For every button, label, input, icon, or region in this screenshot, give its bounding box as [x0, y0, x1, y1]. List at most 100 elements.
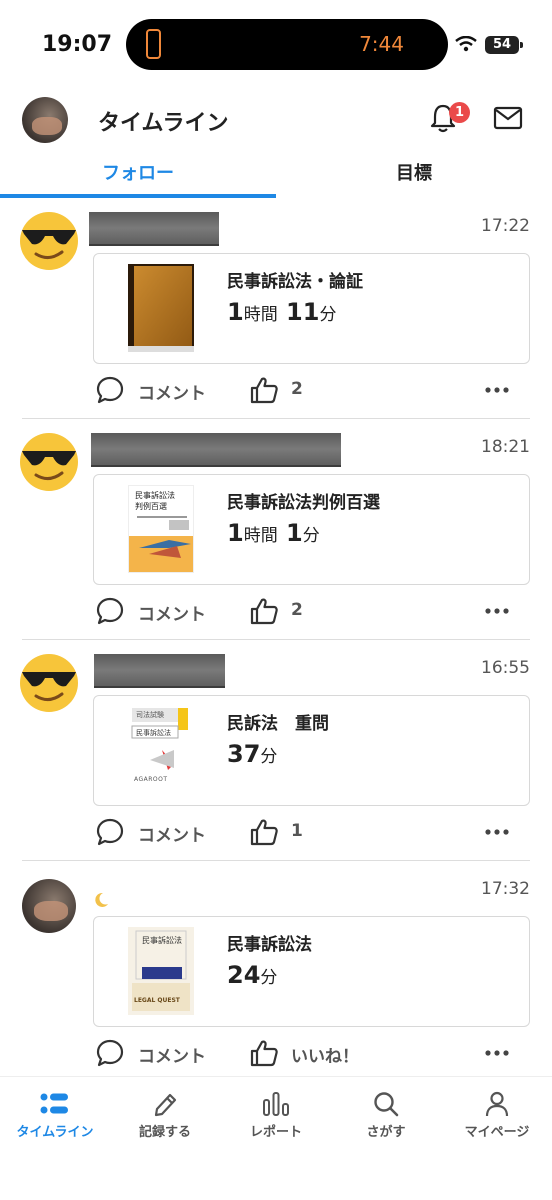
- nav-label: タイムライン: [16, 1125, 94, 1140]
- nav-label: マイページ: [464, 1125, 530, 1140]
- cover-title: 司法試験: [136, 711, 164, 719]
- pencil-icon: [154, 1093, 177, 1117]
- tab-goal[interactable]: 目標: [276, 152, 552, 198]
- like-count[interactable]: 2: [291, 600, 303, 620]
- duration-minutes: 1: [277, 519, 303, 547]
- study-duration: 37分: [227, 740, 277, 768]
- avatar[interactable]: [22, 879, 76, 933]
- tab-bar: フォロー 目標: [0, 152, 552, 198]
- more-options-icon[interactable]: [484, 822, 510, 842]
- duration-hours-unit: 時間: [243, 526, 278, 546]
- post-time: 17:32: [481, 879, 530, 899]
- more-options-icon[interactable]: [484, 601, 510, 621]
- study-duration: 1時間 11分: [227, 298, 336, 326]
- page-title: タイムライン: [98, 111, 229, 136]
- dynamic-island: 7:44: [126, 19, 448, 70]
- book-cover-legal-quest: 民事訴訟法 LEGAL QUEST: [128, 927, 194, 1015]
- person-icon: [485, 1091, 509, 1117]
- nav-label: 記録する: [138, 1125, 191, 1140]
- timeline-post: 17:22 民事訴訟法・論証 1時間 11分 コメント 2: [0, 198, 552, 419]
- nav-mypage[interactable]: マイページ: [442, 1091, 552, 1151]
- duration-hours: 1: [227, 298, 244, 326]
- timeline-post: 17:32 民事訴訟法 LEGAL QUEST 民事訴訟法 24分 コメント い…: [0, 861, 552, 1082]
- nav-search[interactable]: さがす: [331, 1091, 441, 1151]
- book-title: 民訴法 重問: [227, 714, 329, 734]
- duration-minutes-unit: 分: [302, 526, 320, 546]
- tab-follow[interactable]: フォロー: [0, 152, 276, 198]
- redacted-username: [94, 654, 225, 688]
- comment-icon[interactable]: [96, 376, 124, 404]
- study-duration: 24分: [227, 961, 277, 989]
- like-count[interactable]: 2: [291, 379, 303, 399]
- notification-badge: 1: [449, 102, 470, 123]
- cover-title: 民事訴訟法 判例百選: [135, 490, 175, 512]
- bottom-nav: タイムライン 記録する レポート さがす マイページ: [0, 1076, 552, 1200]
- post-actions: コメント 2: [0, 595, 552, 629]
- duration-hours-unit: 時間: [243, 305, 278, 325]
- comment-icon[interactable]: [96, 818, 124, 846]
- more-options-icon[interactable]: [484, 380, 510, 400]
- cover-title-line: 民事訴訟法: [135, 491, 175, 500]
- comment-button[interactable]: コメント: [138, 600, 206, 625]
- comment-button[interactable]: コメント: [138, 1042, 206, 1067]
- book-title: 民事訴訟法: [227, 935, 312, 955]
- wifi-icon: [455, 36, 477, 52]
- post-time: 17:22: [481, 216, 530, 236]
- search-icon: [374, 1092, 399, 1117]
- comment-icon[interactable]: [96, 1039, 124, 1067]
- phone-icon: [146, 29, 161, 59]
- sunglasses-emoji-avatar[interactable]: [18, 652, 80, 714]
- nav-report[interactable]: レポート: [221, 1091, 331, 1151]
- timeline-post: 18:21 民事訴訟法 判例百選 民事訴訟法判例百選 1時間 1分 コメント 2: [0, 419, 552, 640]
- cover-title: 民事訴訟法: [142, 936, 182, 945]
- comment-icon[interactable]: [96, 597, 124, 625]
- duration-minutes: 37: [227, 740, 261, 768]
- post-actions: コメント 2: [0, 374, 552, 408]
- comment-button[interactable]: コメント: [138, 379, 206, 404]
- like-count[interactable]: 1: [291, 821, 303, 841]
- study-duration: 1時間 1分: [227, 519, 320, 547]
- comment-button[interactable]: コメント: [138, 821, 206, 846]
- nav-record[interactable]: 記録する: [110, 1091, 220, 1151]
- duration-minutes-unit: 分: [319, 305, 337, 325]
- crescent-moon-icon: [95, 892, 108, 907]
- timeline-post: 16:55 司法試験 民事訴訟法 AGAROOT 民訴法 重問 37分 コメント…: [0, 640, 552, 861]
- cover-series: LEGAL QUEST: [134, 997, 180, 1004]
- nav-label: レポート: [249, 1125, 302, 1140]
- thumbs-up-icon[interactable]: [249, 596, 279, 626]
- post-time: 16:55: [481, 658, 530, 678]
- book-cover-brown: [128, 264, 194, 352]
- study-record-card[interactable]: 民事訴訟法・論証 1時間 11分: [93, 253, 530, 364]
- thumbs-up-icon[interactable]: [249, 817, 279, 847]
- more-options-icon[interactable]: [484, 1043, 510, 1063]
- island-time: 7:44: [359, 32, 404, 56]
- book-title: 民事訴訟法・論証: [227, 272, 363, 292]
- sunglasses-emoji-avatar[interactable]: [18, 210, 80, 272]
- nav-label: さがす: [366, 1125, 406, 1140]
- book-cover-hanrei-hyakusen: 民事訴訟法 判例百選: [128, 485, 194, 573]
- cover-publisher: AGAROOT: [134, 776, 168, 783]
- nav-timeline[interactable]: タイムライン: [0, 1091, 110, 1151]
- thumbs-up-icon[interactable]: [249, 1038, 279, 1068]
- redacted-username: [89, 212, 219, 246]
- like-button[interactable]: いいね！: [291, 1042, 359, 1067]
- bar-chart-icon: [263, 1092, 289, 1116]
- duration-minutes-unit: 分: [260, 747, 278, 767]
- battery-icon: 54: [485, 36, 523, 54]
- cover-title-line: 判例百選: [135, 502, 167, 511]
- duration-minutes: 24: [227, 961, 261, 989]
- avatar[interactable]: [22, 97, 68, 143]
- duration-minutes-unit: 分: [260, 968, 278, 988]
- study-record-card[interactable]: 司法試験 民事訴訟法 AGAROOT 民訴法 重問 37分: [93, 695, 530, 806]
- sunglasses-emoji-avatar[interactable]: [18, 431, 80, 493]
- post-actions: コメント 1: [0, 816, 552, 850]
- post-time: 18:21: [481, 437, 530, 457]
- duration-minutes: 11: [277, 298, 320, 326]
- study-record-card[interactable]: 民事訴訟法 判例百選 民事訴訟法判例百選 1時間 1分: [93, 474, 530, 585]
- study-record-card[interactable]: 民事訴訟法 LEGAL QUEST 民事訴訟法 24分: [93, 916, 530, 1027]
- mail-icon[interactable]: [493, 105, 523, 131]
- post-actions: コメント いいね！: [0, 1037, 552, 1071]
- thumbs-up-icon[interactable]: [249, 375, 279, 405]
- book-cover-agaroot: 司法試験 民事訴訟法 AGAROOT: [128, 706, 194, 794]
- duration-hours: 1: [227, 519, 244, 547]
